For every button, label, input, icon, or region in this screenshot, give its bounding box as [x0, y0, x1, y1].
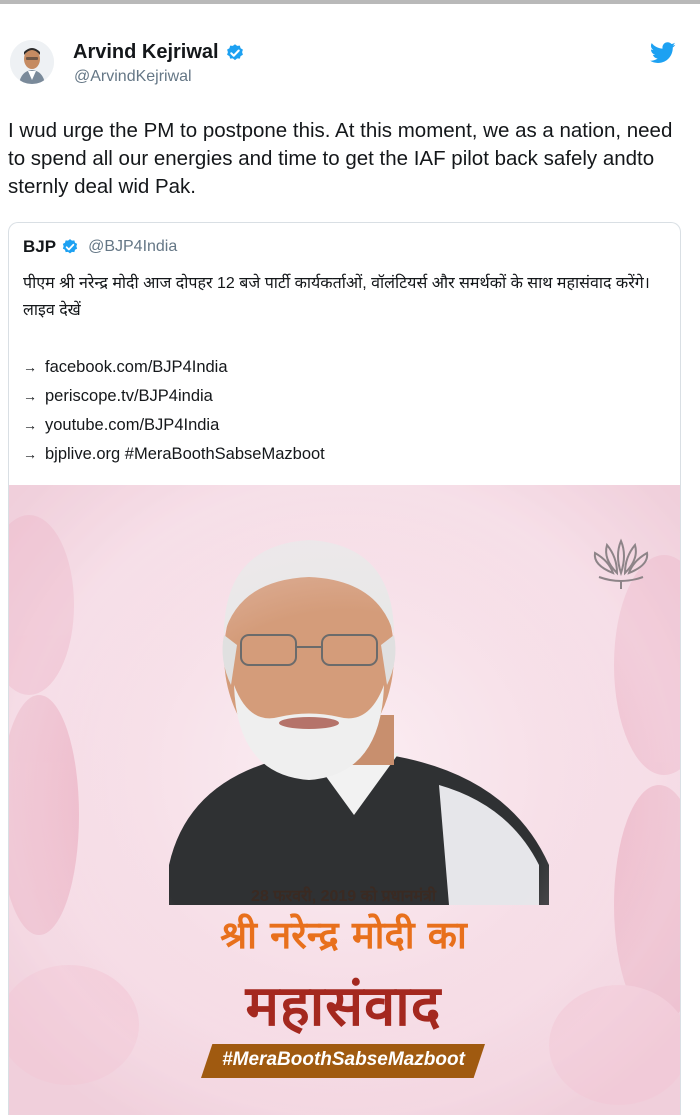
- poster-event-title: महासंवाद: [245, 974, 442, 1039]
- link-text[interactable]: periscope.tv/BJP4india: [45, 387, 213, 405]
- link-text[interactable]: facebook.com/BJP4India: [45, 358, 228, 376]
- link-item[interactable]: → facebook.com/BJP4India: [23, 353, 325, 382]
- verified-badge-icon: [62, 239, 78, 254]
- top-border: [0, 0, 700, 4]
- quoted-author-handle[interactable]: @BJP4India: [88, 238, 177, 256]
- quoted-author-name[interactable]: BJP: [23, 237, 56, 257]
- author-name[interactable]: Arvind Kejriwal: [73, 41, 219, 64]
- link-item[interactable]: → youtube.com/BJP4India: [23, 411, 325, 440]
- poster-date-line: 28 फरवरी, 2019 को प्रधानमंत्री: [250, 888, 437, 905]
- author-handle[interactable]: @ArvindKejriwal: [74, 68, 192, 86]
- arrow-icon: →: [23, 446, 37, 462]
- link-text[interactable]: bjplive.org #MeraBoothSabseMazboot: [45, 445, 325, 463]
- avatar[interactable]: [10, 40, 54, 84]
- link-text[interactable]: youtube.com/BJP4India: [45, 416, 219, 434]
- arrow-icon: →: [23, 417, 37, 433]
- link-item[interactable]: → bjplive.org #MeraBoothSabseMazboot: [23, 440, 325, 469]
- tweet-text: I wud urge the PM to postpone this. At t…: [8, 119, 673, 198]
- poster-hashtag: #MeraBoothSabseMazboot: [222, 1049, 465, 1070]
- arrow-icon: →: [23, 388, 37, 404]
- twitter-bird-icon[interactable]: [650, 42, 676, 64]
- quoted-tweet-text: पीएम श्री नरेन्द्र मोदी आज दोपहर 12 बजे …: [23, 275, 650, 319]
- verified-badge-icon: [226, 43, 243, 60]
- link-list: → facebook.com/BJP4India → periscope.tv/BJ…: [23, 353, 325, 469]
- poster-name-line: श्री नरेन्द्र मोदी का: [220, 913, 467, 957]
- arrow-icon: →: [23, 359, 37, 375]
- link-item[interactable]: → periscope.tv/BJP4india: [23, 382, 325, 411]
